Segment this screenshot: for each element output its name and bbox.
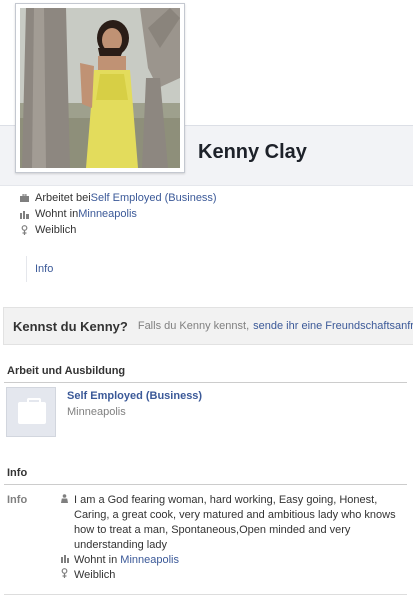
about-row: I am a God fearing woman, hard working, … xyxy=(61,493,401,553)
info-lives-row: Wohnt in Minneapolis xyxy=(61,553,401,568)
info-section-divider xyxy=(4,484,407,485)
home-icon xyxy=(61,553,69,568)
employer-logo[interactable] xyxy=(6,387,56,437)
profile-picture[interactable] xyxy=(15,3,185,173)
fact-work: Arbeitet bei Self Employed (Business) xyxy=(19,190,217,206)
info-lives-link[interactable]: Minneapolis xyxy=(120,554,179,566)
fact-gender: Weiblich xyxy=(19,222,217,238)
home-icon xyxy=(19,209,29,219)
fact-work-prefix: Arbeitet bei xyxy=(35,192,91,204)
fact-gender-label: Weiblich xyxy=(35,224,77,236)
info-details: I am a God fearing woman, hard working, … xyxy=(61,493,401,583)
briefcase-icon xyxy=(18,398,46,424)
info-lives-prefix: Wohnt in xyxy=(74,554,121,566)
briefcase-icon xyxy=(19,193,29,203)
tab-info[interactable]: Info xyxy=(35,263,53,275)
work-section-divider xyxy=(4,382,407,383)
bottom-divider xyxy=(4,594,407,595)
send-friend-request-link[interactable]: sende ihr eine Freundschaftsanfra xyxy=(253,320,413,332)
tab-divider xyxy=(26,256,27,282)
profile-photo xyxy=(20,8,180,168)
banner-text: Falls du Kenny kennst, xyxy=(137,320,250,332)
profile-tab-row: Info xyxy=(0,256,413,282)
info-gender-label: Weiblich xyxy=(74,569,116,581)
fact-lives-prefix: Wohnt in xyxy=(35,208,79,220)
person-icon xyxy=(61,493,69,553)
female-icon xyxy=(19,225,29,235)
fact-lives-link[interactable]: Minneapolis xyxy=(78,206,137,222)
fact-lives: Wohnt in Minneapolis xyxy=(19,206,217,222)
banner-question: Kennst du Kenny? xyxy=(13,318,128,334)
female-icon xyxy=(61,568,69,583)
profile-summary-facts: Arbeitet bei Self Employed (Business) Wo… xyxy=(19,190,217,238)
info-section-title: Info xyxy=(7,467,28,479)
about-text: I am a God fearing woman, hard working, … xyxy=(74,494,396,551)
friend-request-banner: Kennst du Kenny? Falls du Kenny kennst, … xyxy=(3,307,413,345)
employer-link[interactable]: Self Employed (Business) xyxy=(67,390,202,402)
profile-name: Kenny Clay xyxy=(198,141,307,163)
info-row-label: Info xyxy=(7,494,28,506)
employer-location: Minneapolis xyxy=(67,406,126,418)
info-gender-row: Weiblich xyxy=(61,568,401,583)
fact-work-link[interactable]: Self Employed (Business) xyxy=(91,190,217,206)
work-education-title: Arbeit und Ausbildung xyxy=(7,365,126,377)
